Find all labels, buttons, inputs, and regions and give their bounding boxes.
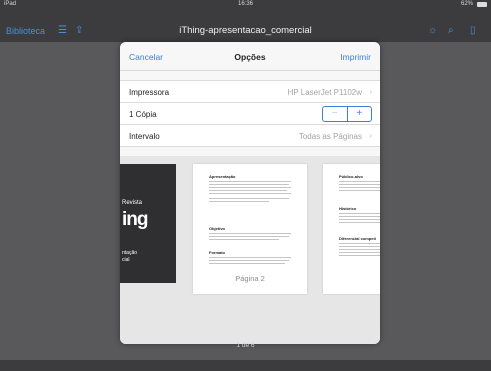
text-line <box>209 257 291 258</box>
brightness-icon[interactable]: ☼ <box>428 25 437 36</box>
text-line <box>209 236 289 237</box>
text-line <box>339 249 380 250</box>
text-line <box>339 219 380 220</box>
battery-icon <box>477 2 487 7</box>
cover-subtitle: ntação cial <box>122 250 138 263</box>
text-line <box>209 260 289 261</box>
chevron-right-icon: › <box>369 131 372 140</box>
page-heading: Histórico <box>339 206 357 211</box>
page-heading: Público-alvo <box>339 174 363 179</box>
status-bar: iPad 16:36 62% <box>0 0 491 10</box>
cover-logo-text: ing <box>122 209 148 230</box>
page-heading: Objetivo <box>209 226 226 231</box>
text-line <box>339 255 380 256</box>
text-line <box>209 233 291 234</box>
text-line <box>339 216 380 217</box>
text-line <box>339 190 380 191</box>
page-heading: Diferencial competi <box>339 236 376 241</box>
text-line <box>339 222 380 223</box>
text-line <box>209 181 291 182</box>
dialog-header: Cancelar Opções Imprimir <box>120 42 380 71</box>
print-options-dialog: Cancelar Opções Imprimir Impressora HP L… <box>120 42 380 344</box>
battery-percent: 62% <box>460 1 473 7</box>
reader-toolbar: Biblioteca ☰ ⇪ iThing-apresentacao_comer… <box>0 10 491 42</box>
page-counter: 1 de 6 <box>236 342 255 349</box>
range-row[interactable]: Intervalo Todas as Páginas › <box>120 125 380 147</box>
page-thumbnail-cover[interactable]: Revista ing ntação cial <box>120 164 176 283</box>
text-line <box>339 213 380 214</box>
increment-button[interactable]: + <box>348 107 372 121</box>
copies-label: 1 Cópia <box>129 110 157 119</box>
page-heading: Formato <box>209 250 225 255</box>
text-line <box>339 243 380 244</box>
text-line <box>209 193 291 194</box>
decrement-button[interactable]: − <box>323 107 348 121</box>
page-thumbnail-3[interactable]: Público-alvo Histórico Diferencial compe… <box>323 164 380 294</box>
text-line <box>209 201 269 202</box>
text-line <box>339 181 380 182</box>
text-line <box>339 184 380 185</box>
text-line <box>339 246 380 247</box>
text-line <box>339 252 380 253</box>
range-label: Intervalo <box>129 132 160 141</box>
print-button[interactable]: Imprimir <box>340 52 371 62</box>
page-heading: Apresentação <box>209 174 236 179</box>
options-list: Impressora HP LaserJet P1102w › 1 Cópia … <box>120 80 380 147</box>
text-line <box>209 198 289 199</box>
printer-value: HP LaserJet P1102w <box>287 88 362 97</box>
page-thumbnail-2[interactable]: Apresentação Objetivo Formato Página 2 <box>193 164 307 294</box>
text-line <box>209 263 285 264</box>
range-value: Todas as Páginas <box>298 132 362 141</box>
text-line <box>209 184 289 185</box>
copies-row: 1 Cópia − + <box>120 103 380 125</box>
text-line <box>209 187 291 188</box>
page-label: Página 2 <box>235 274 265 283</box>
printer-label: Impressora <box>129 88 170 97</box>
printer-row[interactable]: Impressora HP LaserJet P1102w › <box>120 81 380 103</box>
text-line <box>339 187 380 188</box>
copies-stepper: − + <box>322 106 372 122</box>
status-time: 16:36 <box>237 1 253 7</box>
document-title: iThing-apresentacao_comercial <box>179 25 312 36</box>
text-line <box>209 190 287 191</box>
chevron-right-icon: › <box>369 87 372 96</box>
bookmark-icon[interactable]: ▯ <box>470 25 476 36</box>
search-icon[interactable]: ⌕ <box>448 25 454 36</box>
page-scrubber-bar[interactable] <box>0 360 491 371</box>
page-preview-strip[interactable]: Revista ing ntação cial Apresentação Obj… <box>120 156 380 344</box>
text-line <box>209 239 279 240</box>
cover-text: Revista <box>122 200 143 206</box>
